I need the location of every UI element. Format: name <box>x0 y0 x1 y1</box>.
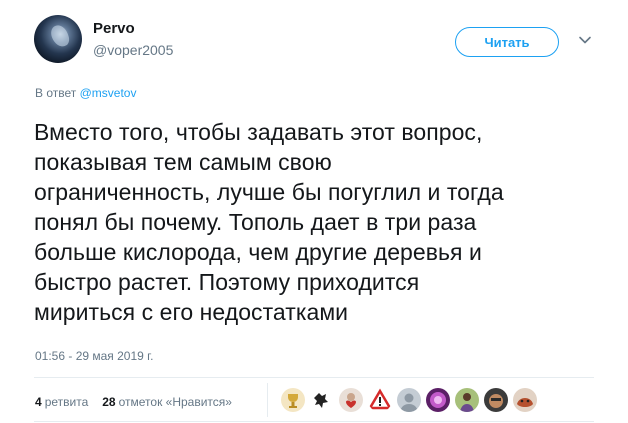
tweet-text-line: мириться с его недостатками <box>34 299 349 325</box>
author-avatar[interactable] <box>34 15 82 63</box>
reply-prefix: В ответ <box>35 86 77 100</box>
liker-avatar[interactable] <box>484 388 508 412</box>
divider <box>34 377 594 378</box>
pink-flower-avatar-icon <box>426 388 450 412</box>
reply-handle-link[interactable]: @msvetov <box>80 86 137 100</box>
retweets-label[interactable]: ретвита <box>45 395 89 409</box>
author-display-name[interactable]: Pervo <box>93 20 135 37</box>
tweet-text-line: Вместо того, чтобы задавать этот вопрос, <box>34 119 483 145</box>
divider-bottom <box>34 421 594 422</box>
likes-count[interactable]: 28 <box>102 395 115 409</box>
tweet-text-line: показывая тем самым свою <box>34 149 332 175</box>
chevron-down-icon[interactable] <box>578 33 592 47</box>
tweet-text-line: понял бы почему. Тополь дает в три раза <box>34 209 477 235</box>
person-avatar-icon <box>455 388 479 412</box>
tweet-text-line: быстро растет. Поэтому приходится <box>34 269 420 295</box>
liker-avatar[interactable] <box>339 388 363 412</box>
heart-avatar-icon <box>339 388 363 412</box>
tweet-timestamp[interactable]: 01:56 - 29 мая 2019 г. <box>35 349 153 363</box>
tweet-text-line: больше кислорода, чем другие деревья и <box>34 239 482 265</box>
liker-avatar[interactable] <box>513 388 537 412</box>
tweet-stats: 4 ретвита 28 отметок «Нравится» <box>35 395 232 409</box>
stats-separator <box>267 383 268 417</box>
likes-label[interactable]: отметок «Нравится» <box>119 395 232 409</box>
tweet-text: Вместо того, чтобы задавать этот вопрос,… <box>34 117 594 327</box>
warning-triangle-avatar-icon <box>368 388 392 412</box>
retweets-count[interactable]: 4 <box>35 395 42 409</box>
author-username[interactable]: @voper2005 <box>93 42 173 58</box>
trophy-avatar-icon <box>281 388 305 412</box>
face-avatar-icon <box>484 388 508 412</box>
liker-avatar[interactable] <box>455 388 479 412</box>
likers-list <box>281 388 542 412</box>
liker-avatar[interactable] <box>281 388 305 412</box>
liker-avatar[interactable] <box>310 388 334 412</box>
animal-avatar-icon <box>513 388 537 412</box>
liker-avatar[interactable] <box>397 388 421 412</box>
default-egg-avatar-icon <box>397 388 421 412</box>
reply-context: В ответ @msvetov <box>35 86 136 100</box>
follow-button[interactable]: Читать <box>455 27 559 57</box>
tweet-text-line: ограниченность, лучше бы погуглил и тогд… <box>34 179 504 205</box>
liker-avatar[interactable] <box>426 388 450 412</box>
silhouette-avatar-icon <box>310 388 334 412</box>
liker-avatar[interactable] <box>368 388 392 412</box>
